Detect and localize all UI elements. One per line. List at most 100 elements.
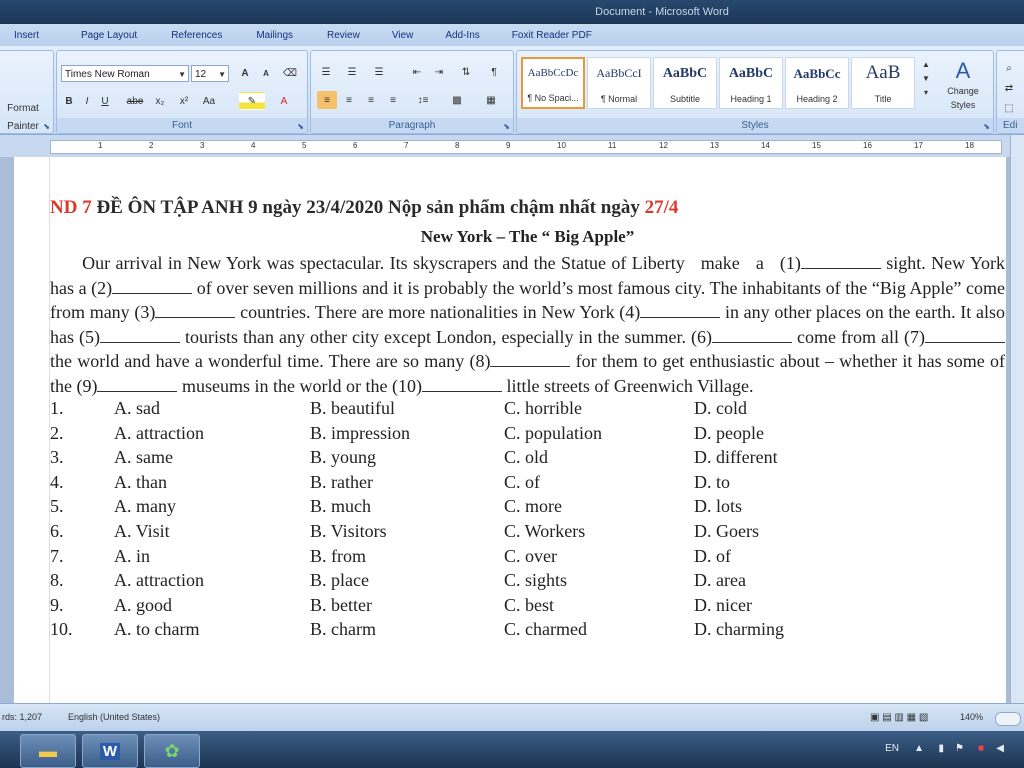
passage-segment: museums in the world or the (10) bbox=[177, 375, 422, 396]
italic-button[interactable]: I bbox=[79, 92, 95, 110]
borders-icon[interactable]: ▦ bbox=[477, 91, 505, 109]
style-title[interactable]: AaB Title bbox=[851, 57, 915, 109]
replace-icon[interactable]: ⇄ bbox=[997, 79, 1021, 97]
tab-page-layout[interactable]: Page Layout bbox=[69, 30, 149, 41]
explorer-taskbar-button[interactable]: ▬ bbox=[20, 734, 76, 768]
styles-launcher-icon[interactable]: ⬊ bbox=[983, 122, 990, 131]
zoom-level[interactable]: 140% bbox=[960, 712, 983, 722]
shrink-font-button[interactable]: A bbox=[257, 64, 275, 82]
font-name-field[interactable]: Times New Roman ▼ bbox=[61, 65, 189, 82]
network-icon[interactable]: ▮ bbox=[938, 743, 944, 754]
style-name: Heading 1 bbox=[730, 94, 772, 104]
style-subtitle[interactable]: AaBbC Subtitle bbox=[653, 57, 717, 109]
subscript-button[interactable]: x₂ bbox=[149, 92, 171, 110]
clipboard-launcher-icon[interactable]: ⬊ bbox=[43, 122, 50, 131]
change-styles-button[interactable]: A Change Styles bbox=[937, 57, 989, 110]
question-row: 1. A. sad B. beautiful C. horrible D. cold bbox=[50, 398, 1005, 423]
question-row: 6. A. Visit B. Visitors C. Workers D. Goers bbox=[50, 521, 1005, 546]
show-formatting-icon[interactable]: ¶ bbox=[483, 63, 505, 81]
style-name: ¶ No Spaci... bbox=[527, 93, 579, 103]
option-d: D. Goers bbox=[694, 520, 759, 541]
option-d: D. charming bbox=[694, 619, 784, 640]
tab-references[interactable]: References bbox=[159, 30, 234, 41]
word-count[interactable]: rds: 1,207 bbox=[2, 712, 42, 722]
justify-icon[interactable]: ≡ bbox=[383, 91, 403, 109]
strikethrough-button[interactable]: abe bbox=[123, 92, 147, 110]
app-taskbar-button[interactable]: ✿ bbox=[144, 734, 200, 768]
option-a: A. than bbox=[114, 471, 167, 492]
document-body[interactable]: ND 7 ĐỀ ÔN TẬP ANH 9 ngày 23/4/2020 Nộp … bbox=[50, 197, 1005, 644]
find-icon[interactable]: ⌕ bbox=[997, 59, 1021, 77]
option-d: D. nicer bbox=[694, 594, 752, 615]
antivirus-icon[interactable]: ■ bbox=[978, 743, 984, 754]
zoom-slider[interactable] bbox=[995, 712, 1021, 726]
bold-button[interactable]: B bbox=[61, 92, 77, 110]
shading-icon[interactable]: ▩ bbox=[443, 91, 471, 109]
editing-group-label: Edi bbox=[997, 118, 1024, 133]
question-number: 9. bbox=[50, 594, 64, 615]
editing-group: ⌕ ⇄ ⬚ Edi bbox=[996, 50, 1024, 134]
question-number: 6. bbox=[50, 520, 64, 541]
style-name: Title bbox=[874, 94, 892, 104]
tab-view[interactable]: View bbox=[380, 30, 426, 41]
ruler-tick-label: 14 bbox=[761, 141, 770, 150]
tab-foxit-reader-pdf[interactable]: Foxit Reader PDF bbox=[500, 30, 604, 41]
increase-indent-icon[interactable]: ⇥ bbox=[429, 63, 449, 81]
question-number: 5. bbox=[50, 496, 64, 517]
bullets-icon[interactable]: ☰ bbox=[315, 63, 337, 81]
passage: Our arrival in New York was spectacular.… bbox=[50, 251, 1005, 398]
view-buttons-icon[interactable]: ▣ ▤ ▥ ▦ ▧ bbox=[870, 712, 928, 723]
format-painter-button[interactable]: Format Painter bbox=[0, 99, 49, 132]
flag-icon[interactable]: ⚑ bbox=[955, 743, 964, 754]
ruler-tick-label: 10 bbox=[557, 141, 566, 150]
show-hidden-icons[interactable]: ▲ bbox=[914, 743, 924, 754]
select-icon[interactable]: ⬚ bbox=[997, 99, 1021, 117]
paragraph-launcher-icon[interactable]: ⬊ bbox=[503, 122, 510, 131]
font-launcher-icon[interactable]: ⬊ bbox=[297, 122, 304, 131]
volume-icon[interactable]: ◀ bbox=[996, 743, 1004, 754]
style-no-spacing[interactable]: AaBbCcDc ¶ No Spaci... bbox=[521, 57, 585, 109]
style-heading-1[interactable]: AaBbC Heading 1 bbox=[719, 57, 783, 109]
decrease-indent-icon[interactable]: ⇤ bbox=[407, 63, 427, 81]
tab-insert[interactable]: Insert bbox=[0, 30, 51, 41]
option-b: B. rather bbox=[310, 471, 373, 492]
question-row: 8. A. attraction B. place C. sights D. area bbox=[50, 570, 1005, 595]
vertical-scrollbar[interactable] bbox=[1010, 135, 1024, 703]
clear-formatting-icon[interactable]: ⌫ bbox=[279, 64, 301, 82]
question-number: 10. bbox=[50, 619, 73, 640]
option-b: B. beautiful bbox=[310, 398, 395, 418]
style-heading-2[interactable]: AaBbCc Heading 2 bbox=[785, 57, 849, 109]
styles-scroll-icon[interactable]: ▲ ▼ ▾ bbox=[919, 57, 933, 109]
answer-options: 1. A. sad B. beautiful C. horrible D. cold 2… bbox=[50, 398, 1005, 644]
numbering-icon[interactable]: ☰ bbox=[341, 63, 363, 81]
align-left-icon[interactable]: ≡ bbox=[317, 91, 337, 109]
tab-review[interactable]: Review bbox=[315, 30, 372, 41]
word-taskbar-button[interactable]: W bbox=[82, 734, 138, 768]
tab-mailings[interactable]: Mailings bbox=[244, 30, 305, 41]
superscript-button[interactable]: x² bbox=[173, 92, 195, 110]
highlight-icon[interactable]: ✎ bbox=[239, 92, 265, 110]
change-styles-label: Change Styles bbox=[947, 86, 979, 110]
underline-button[interactable]: U bbox=[97, 92, 113, 110]
font-color-icon[interactable]: A bbox=[271, 92, 297, 110]
horizontal-ruler[interactable]: 1 2 3 4 5 6 7 8 9 10 11 12 13 14 15 16 17 18 bbox=[0, 135, 1010, 158]
line-spacing-icon[interactable]: ↕≡ bbox=[409, 91, 437, 109]
style-normal[interactable]: AaBbCcI ¶ Normal bbox=[587, 57, 651, 109]
ruler-tick-label: 8 bbox=[455, 141, 460, 150]
heading-date: 27/4 bbox=[644, 197, 679, 218]
font-size-field[interactable]: 12 ▼ bbox=[191, 65, 229, 82]
align-center-icon[interactable]: ≡ bbox=[339, 91, 359, 109]
chevron-down-icon: ▼ bbox=[178, 70, 186, 79]
heading-main: ĐỀ ÔN TẬP ANH 9 ngày 23/4/2020 Nộp sản p… bbox=[91, 197, 645, 218]
document-page[interactable]: ND 7 ĐỀ ÔN TẬP ANH 9 ngày 23/4/2020 Nộp … bbox=[14, 157, 1006, 703]
sort-icon[interactable]: ⇅ bbox=[455, 63, 477, 81]
option-a: A. in bbox=[114, 545, 150, 566]
change-case-button[interactable]: Aa bbox=[197, 92, 221, 110]
language-indicator[interactable]: English (United States) bbox=[68, 712, 160, 722]
language-indicator[interactable]: EN bbox=[885, 743, 899, 754]
multilevel-list-icon[interactable]: ☰ bbox=[367, 63, 391, 81]
tab-add-ins[interactable]: Add-Ins bbox=[433, 30, 491, 41]
align-right-icon[interactable]: ≡ bbox=[361, 91, 381, 109]
grow-font-button[interactable]: A bbox=[235, 64, 255, 82]
option-b: B. from bbox=[310, 545, 366, 566]
